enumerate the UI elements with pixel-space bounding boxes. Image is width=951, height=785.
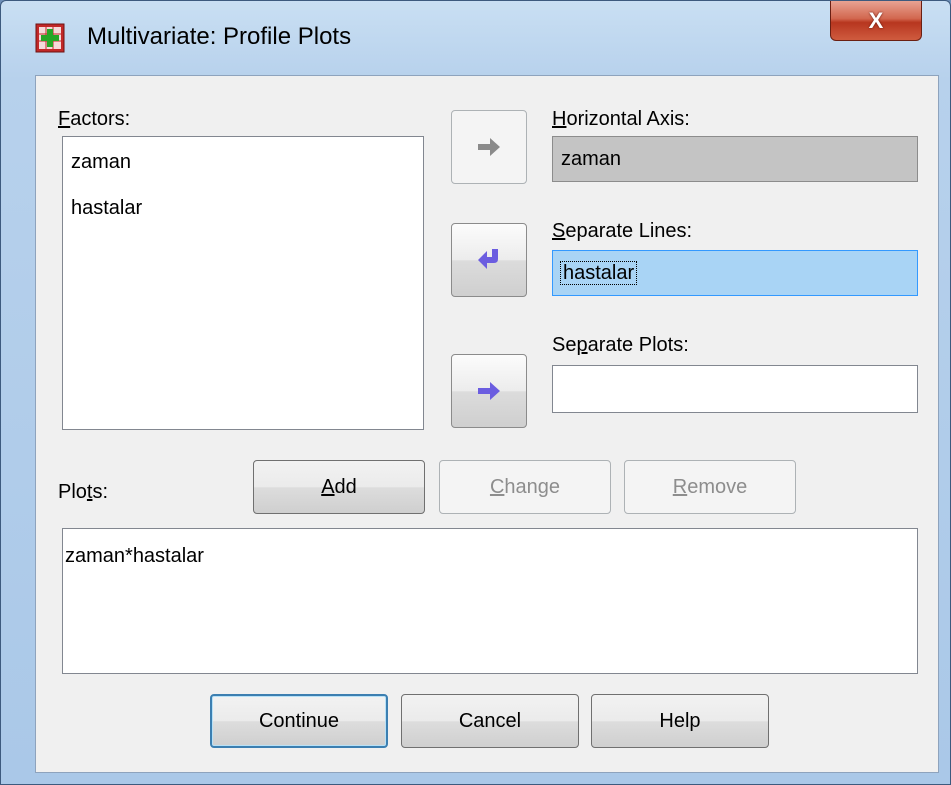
right-arrow-icon — [478, 138, 500, 156]
separate-lines-value: hastalar — [559, 261, 638, 285]
window-title: Multivariate: Profile Plots — [87, 23, 352, 50]
continue-button[interactable]: Continue — [210, 694, 388, 748]
horizontal-axis-field[interactable]: zaman — [552, 136, 918, 182]
plots-label: Plots: — [58, 481, 109, 503]
plot-item[interactable]: zaman*hastalar — [65, 545, 204, 568]
separate-lines-label: Separate Lines: — [552, 220, 693, 242]
move-to-separate-plots-button[interactable] — [451, 354, 527, 428]
close-button[interactable]: X — [830, 1, 922, 41]
factor-item-hastalar[interactable]: hastalar — [71, 197, 142, 220]
move-back-from-separate-lines-button[interactable] — [451, 223, 527, 297]
horizontal-axis-label: Horizontal Axis: — [552, 108, 690, 130]
remove-plot-button[interactable]: Remove — [624, 460, 796, 514]
spss-app-icon — [35, 23, 65, 53]
curved-back-arrow-icon — [478, 249, 498, 269]
separate-lines-field[interactable]: hastalar — [552, 250, 918, 296]
help-button[interactable]: Help — [591, 694, 769, 748]
factors-label: Factors: — [58, 108, 131, 130]
change-plot-button[interactable]: Change — [439, 460, 611, 514]
plots-listbox[interactable]: zaman*hastalar — [62, 528, 918, 674]
dialog-window: Multivariate: Profile Plots X Factors: z… — [0, 0, 951, 785]
close-icon: X — [868, 7, 884, 33]
cancel-button[interactable]: Cancel — [401, 694, 579, 748]
add-plot-button[interactable]: Add — [253, 460, 425, 514]
separate-plots-field[interactable] — [552, 365, 918, 413]
title-bar[interactable]: Multivariate: Profile Plots X — [1, 1, 951, 75]
dialog-client-area: Factors: zaman hastalar Horizontal Axis:… — [35, 75, 939, 773]
factors-listbox[interactable]: zaman hastalar — [62, 136, 424, 430]
move-to-horizontal-axis-button[interactable] — [451, 110, 527, 184]
separate-plots-label: Separate Plots: — [552, 334, 689, 356]
right-arrow-icon — [478, 382, 500, 400]
factor-item-zaman[interactable]: zaman — [71, 151, 131, 174]
